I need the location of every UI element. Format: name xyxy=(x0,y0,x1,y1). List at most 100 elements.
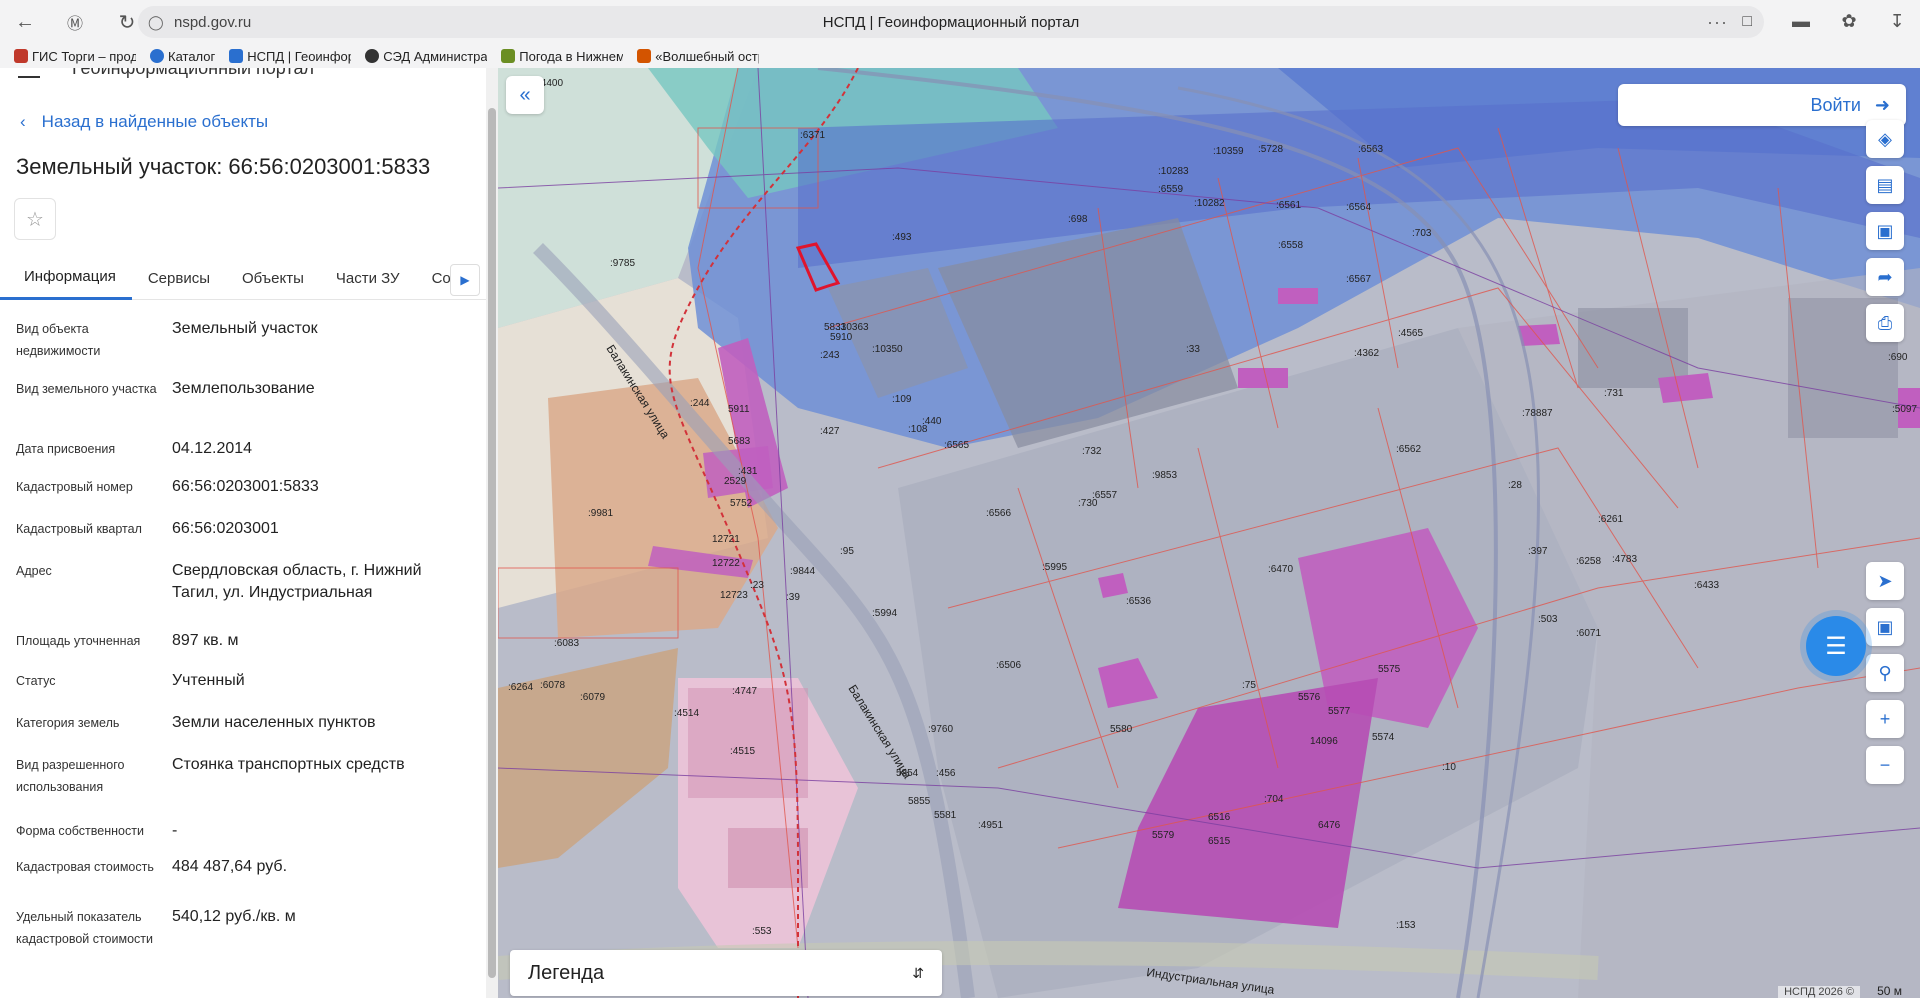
parcel-label[interactable]: :6564 xyxy=(1346,202,1371,213)
bookmark-icon[interactable]: □ xyxy=(1742,13,1752,31)
basemap-button[interactable]: ▣ xyxy=(1866,608,1904,646)
back-to-results-link[interactable]: ‹ Назад в найденные объекты xyxy=(20,112,268,132)
parcel-label[interactable]: :704 xyxy=(1264,794,1284,805)
parcel-label[interactable]: 5576 xyxy=(1298,692,1321,703)
parcel-label[interactable]: :9785 xyxy=(610,258,635,269)
parcel-label[interactable]: :10 xyxy=(1442,762,1456,773)
parcel-label[interactable]: :6563 xyxy=(1358,144,1383,155)
parcel-label[interactable]: :9760 xyxy=(928,724,953,735)
parcel-label[interactable]: :39 xyxy=(786,592,800,603)
parcel-label[interactable]: :4514 xyxy=(674,708,699,719)
parcel-label[interactable]: :690 xyxy=(1888,352,1908,363)
extension-icon[interactable]: ✿ xyxy=(1836,8,1862,34)
parcel-label[interactable]: :731 xyxy=(1604,388,1624,399)
download-icon[interactable]: ↧ xyxy=(1884,8,1910,34)
parcel-label[interactable]: 12721 xyxy=(712,534,740,545)
parcel-label[interactable]: :703 xyxy=(1412,228,1432,239)
layers-button[interactable]: ◈ xyxy=(1866,120,1904,158)
parcel-label[interactable]: :5994 xyxy=(872,608,897,619)
parcel-label[interactable]: :6536 xyxy=(1126,596,1151,607)
parcel-label[interactable]: :6371 xyxy=(800,130,825,141)
parcel-label[interactable]: :78887 xyxy=(1522,408,1553,419)
tabs-scroll-right-button[interactable]: ▶ xyxy=(450,264,480,296)
legend-toggle[interactable]: Легенда ⇵ xyxy=(510,950,942,996)
parcel-label[interactable]: :6071 xyxy=(1576,628,1601,639)
zoom-in-button[interactable]: + xyxy=(1866,700,1904,738)
parcel-label[interactable]: :9844 xyxy=(790,566,815,577)
map-view[interactable]: Балакинская улица Балакинская улица Инду… xyxy=(498,68,1920,998)
parcel-label[interactable]: :10282 xyxy=(1194,198,1225,209)
parcel-label[interactable]: 6515 xyxy=(1208,836,1231,847)
collapse-panel-button[interactable]: « xyxy=(506,76,544,114)
print-button[interactable]: ⎙ xyxy=(1866,304,1904,342)
parcel-label[interactable]: :4783 xyxy=(1612,554,1637,565)
geolocate-button[interactable]: ➤ xyxy=(1866,562,1904,600)
more-dots-icon[interactable]: ··· xyxy=(1707,12,1728,33)
parcel-label[interactable]: :456 xyxy=(936,768,956,779)
parcel-label[interactable]: :75 xyxy=(1242,680,1256,691)
bookmark-item[interactable]: «Волшебный остр xyxy=(637,49,759,64)
parcel-label[interactable]: :5995 xyxy=(1042,562,1067,573)
parcel-label[interactable]: 2529 xyxy=(724,476,747,487)
parcel-label[interactable]: 12722 xyxy=(712,558,740,569)
login-button[interactable]: Войти ➜ xyxy=(1618,84,1906,126)
parcel-label[interactable]: 5911 xyxy=(728,404,750,415)
parcel-label[interactable]: :23 xyxy=(750,580,764,591)
parcel-label[interactable]: :6433 xyxy=(1694,580,1719,591)
parcel-label[interactable]: :730 xyxy=(1078,498,1098,509)
parcel-label[interactable]: :28 xyxy=(1508,480,1522,491)
parcel-label[interactable]: :5728 xyxy=(1258,144,1283,155)
parcel-label[interactable]: :5097 xyxy=(1892,404,1917,415)
bookmark-item[interactable]: Погода в Нижнем xyxy=(501,49,623,64)
parcel-label[interactable]: 5854 xyxy=(896,768,919,779)
panel-scrollbar[interactable] xyxy=(486,68,498,998)
parcel-label[interactable]: :6083 xyxy=(554,638,579,649)
parcel-label[interactable]: :244 xyxy=(690,398,710,409)
parcel-label[interactable]: :108 xyxy=(908,424,928,435)
parcel-label[interactable]: :6506 xyxy=(996,660,1021,671)
parcel-label[interactable]: 5580 xyxy=(1110,724,1133,735)
parcel-label[interactable]: :503 xyxy=(1538,614,1558,625)
parcel-label[interactable]: :6079 xyxy=(580,692,605,703)
parcel-label[interactable]: :6559 xyxy=(1158,184,1183,195)
menu-burger-icon[interactable] xyxy=(18,68,40,78)
bookmark-item[interactable]: НСПД | Геоинфор xyxy=(229,49,351,64)
parcel-label[interactable]: :9853 xyxy=(1152,470,1177,481)
bookmark-item[interactable]: СЭД Администра xyxy=(365,49,487,64)
bookmark-item[interactable]: ГИС Торги – прод xyxy=(14,49,136,64)
parcel-label[interactable]: :6566 xyxy=(986,508,1011,519)
tab-parts[interactable]: Части ЗУ xyxy=(320,256,416,300)
zoom-out-button[interactable]: − xyxy=(1866,746,1904,784)
yandex-icon[interactable]: Ⓜ xyxy=(58,5,92,39)
profile-avatar-icon[interactable]: ▬ xyxy=(1788,8,1814,34)
parcel-label[interactable]: :427 xyxy=(820,426,840,437)
parcel-label[interactable]: :6561 xyxy=(1276,200,1301,211)
measure-button[interactable]: ▤ xyxy=(1866,166,1904,204)
chat-button[interactable]: ☰ xyxy=(1806,616,1866,676)
parcel-label[interactable]: :6567 xyxy=(1346,274,1371,285)
parcel-label[interactable]: 6476 xyxy=(1318,820,1341,831)
parcel-label[interactable]: 5683 xyxy=(728,436,751,447)
parcel-label[interactable]: :6565 xyxy=(944,440,969,451)
parcel-label[interactable]: :10359 xyxy=(1213,146,1244,157)
parcel-label[interactable]: :153 xyxy=(1396,920,1416,931)
parcel-label[interactable]: :6078 xyxy=(540,680,565,691)
parcel-label[interactable]: :6558 xyxy=(1278,240,1303,251)
parcel-label[interactable]: :95 xyxy=(840,546,854,557)
parcel-label[interactable]: :10350 xyxy=(872,344,903,355)
parcel-label[interactable]: 5581 xyxy=(934,810,957,821)
parcel-label[interactable]: :243 xyxy=(820,350,840,361)
parcel-label[interactable]: :553 xyxy=(752,926,772,937)
parcel-label[interactable]: :6562 xyxy=(1396,444,1421,455)
parcel-label[interactable]: :10283 xyxy=(1158,166,1189,177)
parcel-label[interactable]: :6258 xyxy=(1576,556,1601,567)
parcel-label[interactable]: 5752 xyxy=(730,498,753,509)
parcel-label[interactable]: 5577 xyxy=(1328,706,1351,717)
tab-services[interactable]: Сервисы xyxy=(132,256,226,300)
parcel-label[interactable]: :397 xyxy=(1528,546,1548,557)
parcel-label[interactable]: 14096 xyxy=(1310,736,1338,747)
bookmark-item[interactable]: Каталог xyxy=(150,49,215,64)
select-area-button[interactable]: ▣ xyxy=(1866,212,1904,250)
parcel-label[interactable]: 12723 xyxy=(720,590,748,601)
parcel-label[interactable]: 5575 xyxy=(1378,664,1401,675)
